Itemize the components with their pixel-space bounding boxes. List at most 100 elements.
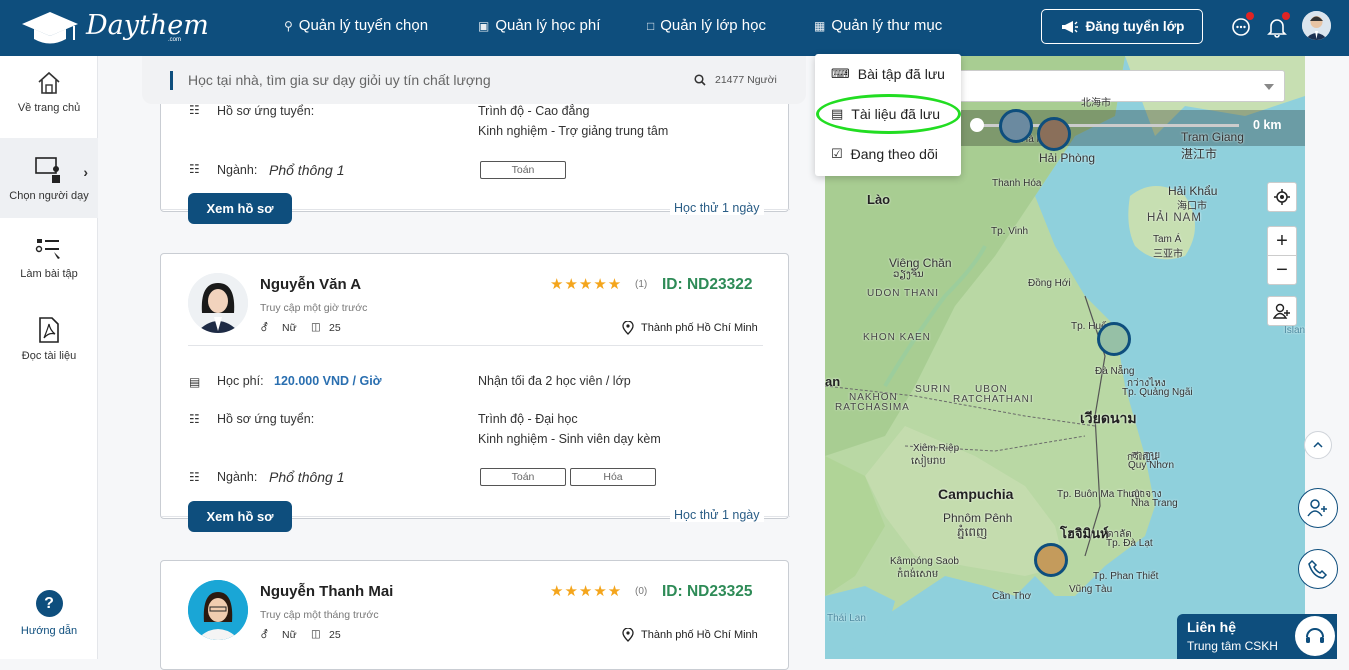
trial-text: Học thử 1 ngày: [670, 201, 764, 215]
map-label: Hải Khẩu: [1168, 184, 1218, 198]
add-user-map-button[interactable]: [1267, 296, 1297, 326]
map-label: Phnôm Pênh: [943, 511, 1013, 525]
map-label: Kâmpóng Saob: [890, 556, 959, 567]
tutor-card: Nguyễn Văn A Truy cập một giờ trước ⚦ Nữ…: [160, 253, 790, 522]
age-icon: ◫: [311, 628, 321, 640]
register-button[interactable]: [1298, 488, 1338, 528]
menu-item-label: Đang theo dõi: [850, 146, 938, 162]
rating-count: (0): [635, 586, 648, 597]
notification-button[interactable]: [1264, 12, 1290, 40]
sidebar-item-home[interactable]: Về trang chủ: [0, 70, 98, 140]
map-pin[interactable]: [1037, 117, 1071, 151]
rating-count: (1): [635, 279, 648, 290]
rating-stars: ★★★★★: [550, 276, 623, 293]
location-pin-icon: [622, 321, 634, 335]
chevron-down-icon: [1264, 84, 1274, 90]
zoom-out-button[interactable]: −: [1267, 255, 1297, 285]
map-label: Thanh Hóa: [992, 178, 1042, 189]
menu-item-following[interactable]: ☑ Đang theo dõi: [831, 146, 938, 162]
folder-dropdown-menu: ⌨ Bài tập đã lưu ▤ Tài liệu đã lưu ☑ Đan…: [815, 54, 961, 176]
locate-button[interactable]: [1267, 182, 1297, 212]
contact-widget[interactable]: Liên hệ Trung tâm CSKH: [1177, 614, 1337, 659]
map-label: RATCHATHANI: [953, 394, 1034, 405]
map-pin[interactable]: [1097, 322, 1131, 356]
call-button[interactable]: [1298, 549, 1338, 589]
profile-label: Hồ sơ ứng tuyển:: [217, 412, 315, 426]
profile-label: Hồ sơ ứng tuyển:: [217, 104, 315, 118]
search-input[interactable]: Học tại nhà, tìm gia sư dạy giỏi uy tín …: [188, 72, 491, 88]
zoom-in-button[interactable]: +: [1267, 226, 1297, 256]
subject-tag: Toán: [480, 468, 566, 486]
user-avatar[interactable]: [1302, 11, 1331, 40]
map-label: សៀមរាប: [911, 456, 946, 467]
search-bar[interactable]: Học tại nhà, tìm gia sư dạy giỏi uy tín …: [142, 56, 806, 104]
nav-label: Quản lý lớp học: [660, 17, 766, 34]
notification-badge: [1282, 12, 1290, 20]
menu-item-label: Bài tập đã lưu: [857, 66, 945, 82]
map-label: Xiêm Riệp: [913, 443, 960, 454]
map-label: Đồng Hới: [1028, 278, 1071, 289]
age-text: 25: [329, 629, 341, 641]
radius-slider-handle[interactable]: [970, 118, 984, 132]
headset-button[interactable]: [1295, 616, 1335, 656]
phone-icon: [1308, 559, 1328, 579]
scroll-top-button[interactable]: [1304, 431, 1332, 459]
sidebar: Về trang chủ Chọn người dạy › Làm bài tậ…: [0, 56, 98, 659]
locate-icon: [1274, 189, 1290, 205]
dollar-icon: ▣: [478, 18, 490, 33]
tutor-name[interactable]: Nguyễn Văn A: [260, 276, 361, 293]
last-access: Truy cập một tháng trước: [260, 609, 379, 621]
sidebar-item-exercise[interactable]: Làm bài tập: [0, 236, 98, 306]
minus-icon: −: [1276, 258, 1288, 281]
age-icon: ◫: [311, 321, 321, 333]
map-label: HẢI NAM: [1147, 212, 1202, 224]
map-label: Island: [1284, 325, 1305, 336]
tutor-name[interactable]: Nguyễn Thanh Mai: [260, 583, 393, 600]
map-label: Hải Phòng: [1039, 151, 1096, 165]
tutor-card: Nguyễn Thanh Mai Truy cập một tháng trướ…: [160, 560, 789, 670]
major-icon: ☷: [189, 162, 200, 176]
map-label: Thái Lan: [827, 613, 866, 624]
view-profile-button[interactable]: Xem hồ sơ: [188, 193, 292, 224]
sidebar-item-label: Về trang chủ: [17, 102, 81, 114]
nav-folders[interactable]: ▦ Quản lý thư mục: [814, 17, 942, 34]
highlight-ring: [816, 94, 961, 134]
map-label: Tp. Buôn Ma Thuột: [1057, 489, 1143, 500]
nav-tuition[interactable]: ▣ Quản lý học phí: [478, 17, 600, 34]
sidebar-item-choose-teacher[interactable]: Chọn người dạy ›: [0, 138, 98, 218]
map-label: Tram Giang: [1181, 130, 1244, 144]
gender-icon: ⚦: [260, 322, 269, 334]
logo[interactable]: Daythem .com: [18, 6, 209, 50]
subject-tag: Toán: [480, 161, 566, 179]
sidebar-item-help[interactable]: ? Hướng dẫn: [0, 590, 98, 650]
chat-button[interactable]: [1228, 12, 1254, 40]
money-icon: ▤: [189, 375, 201, 389]
brand-name: Daythem: [86, 10, 209, 41]
nav-recruitment[interactable]: ⚲ Quản lý tuyển chọn: [284, 17, 428, 34]
last-access: Truy cập một giờ trước: [260, 302, 368, 314]
fee-value: 120.000 VND / Giờ: [274, 374, 382, 388]
major-icon: ☷: [189, 470, 200, 484]
nav-classes[interactable]: □ Quản lý lớp học: [647, 17, 766, 34]
map-label: 北海市: [1081, 98, 1111, 109]
view-profile-button[interactable]: Xem hồ sơ: [188, 501, 292, 532]
sidebar-item-label: Hướng dẫn: [20, 625, 78, 637]
sidebar-item-documents[interactable]: Đọc tài liệu: [0, 316, 98, 386]
map-label: โฮจิมินห์: [1060, 526, 1109, 541]
chat-badge: [1246, 12, 1254, 20]
map-pin[interactable]: [1034, 543, 1068, 577]
tutor-id: ID: ND23325: [662, 583, 753, 600]
megaphone-icon: [1061, 20, 1078, 33]
graduation-cap-icon: [22, 12, 78, 44]
radius-value: 0 km: [1253, 118, 1282, 132]
brand-suffix: .com: [168, 37, 182, 43]
level-text: Trình độ - Cao đẳng: [478, 104, 590, 118]
map-label: Tp. Quảng Ngãi: [1122, 387, 1193, 398]
map-pin[interactable]: [999, 109, 1033, 143]
menu-item-saved-exercises[interactable]: ⌨ Bài tập đã lưu: [831, 66, 945, 82]
search-icon[interactable]: [694, 74, 706, 86]
post-class-button[interactable]: Đăng tuyển lớp: [1041, 9, 1203, 44]
map-label: Viêng Chăn: [889, 256, 952, 270]
plus-icon: +: [1276, 229, 1288, 252]
age-text: 25: [329, 322, 341, 334]
